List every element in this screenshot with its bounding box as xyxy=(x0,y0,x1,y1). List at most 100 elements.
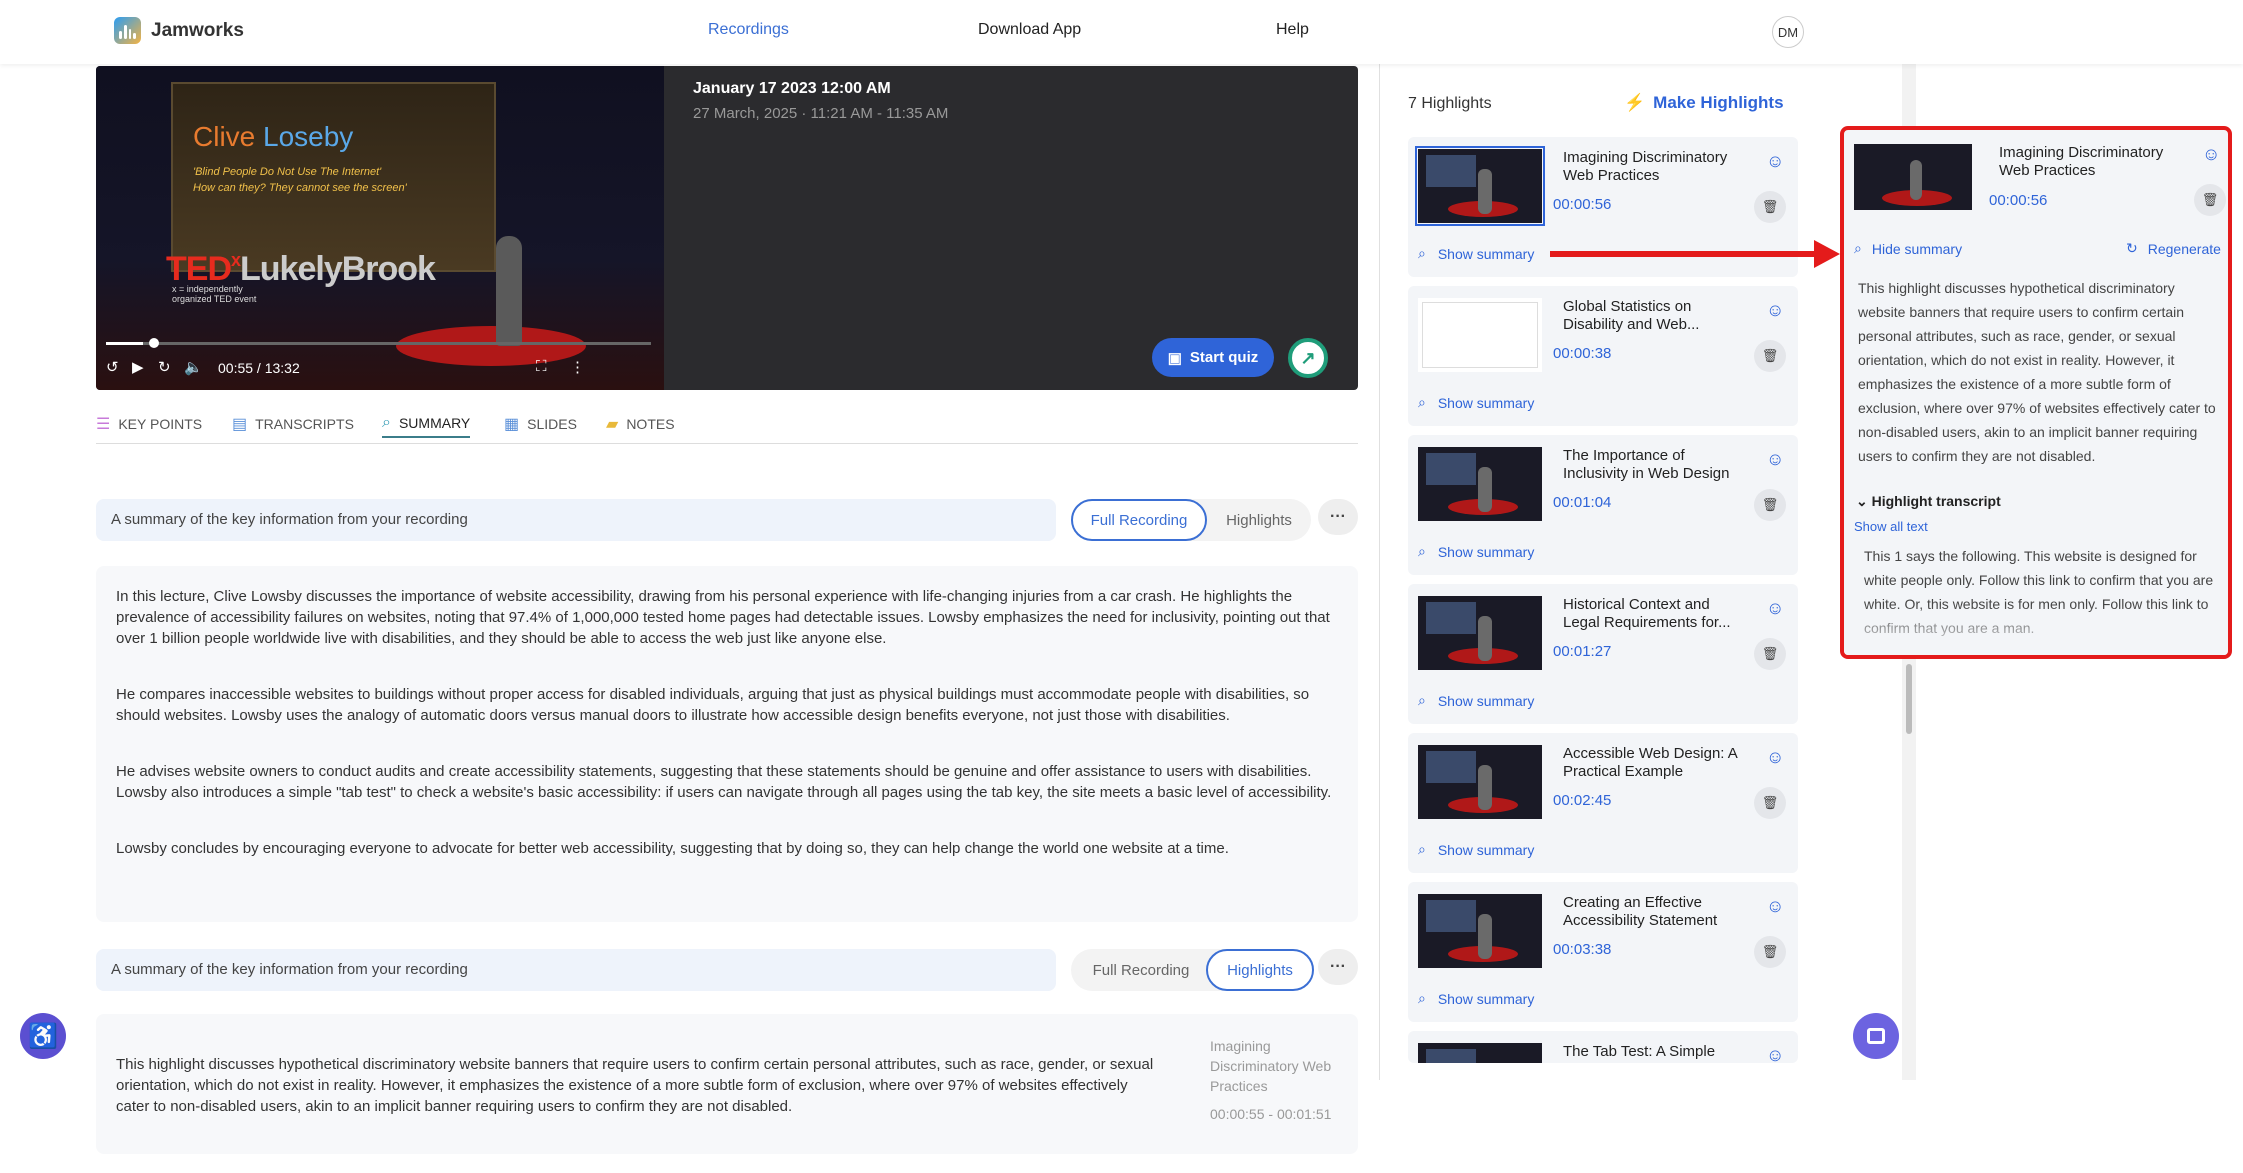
share-button[interactable]: ↗ xyxy=(1288,338,1328,378)
highlight-title[interactable]: Global Statistics on Disability and Web.… xyxy=(1563,298,1748,334)
highlight-time[interactable]: 00:00:56 xyxy=(1553,196,1611,213)
tab-slides[interactable]: ▦ SLIDES xyxy=(504,410,577,438)
full-recording-button[interactable]: Full Recording xyxy=(1073,949,1209,991)
show-summary-button[interactable]: ⌕ Show summary xyxy=(1418,841,1534,858)
rewind-15-icon[interactable]: ↺ xyxy=(106,358,119,376)
robot-icon[interactable]: ☺ xyxy=(1766,896,1784,917)
highlight-time[interactable]: 00:01:27 xyxy=(1553,643,1611,660)
app-logo[interactable]: Jamworks xyxy=(114,17,244,44)
highlight-title[interactable]: Imagining Discriminatory Web Practices xyxy=(1999,144,2179,180)
highlight-thumbnail[interactable] xyxy=(1415,146,1545,226)
tedx-name: LukelyBrook xyxy=(240,250,436,288)
video-frame[interactable]: Clive Loseby 'Blind People Do Not Use Th… xyxy=(96,66,664,390)
robot-icon[interactable]: ☺ xyxy=(1766,151,1784,172)
search-icon: ⌕ xyxy=(1418,692,1426,708)
highlight-summary-title[interactable]: Imagining Discriminatory Web Practices xyxy=(1210,1036,1350,1096)
highlights-button[interactable]: Highlights xyxy=(1206,949,1314,991)
show-summary-button[interactable]: ⌕ Show summary xyxy=(1418,990,1534,1007)
fade-overlay xyxy=(1844,605,2228,655)
highlight-card[interactable]: Creating an Effective Accessibility Stat… xyxy=(1408,882,1798,1022)
delete-button[interactable]: 🗑 xyxy=(1754,489,1786,521)
show-summary-button[interactable]: ⌕ Show summary xyxy=(1418,692,1534,709)
hide-summary-button[interactable]: ⌕ Hide summary xyxy=(1854,240,1962,257)
highlight-card[interactable]: Global Statistics on Disability and Web.… xyxy=(1408,286,1798,426)
highlight-card[interactable]: Historical Context and Legal Requirement… xyxy=(1408,584,1798,724)
tab-notes[interactable]: ▰ NOTES xyxy=(606,410,675,438)
trash-icon: 🗑 xyxy=(1761,795,1779,810)
robot-icon[interactable]: ☺ xyxy=(2202,144,2220,165)
highlight-time[interactable]: 00:03:38 xyxy=(1553,941,1611,958)
highlight-thumbnail[interactable] xyxy=(1418,596,1542,670)
forward-15-icon[interactable]: ↻ xyxy=(158,358,171,376)
highlight-time[interactable]: 00:02:45 xyxy=(1553,792,1611,809)
delete-button[interactable]: 🗑 xyxy=(1754,638,1786,670)
robot-icon[interactable]: ☺ xyxy=(1766,747,1784,768)
accessibility-icon: ♿ xyxy=(28,1022,58,1050)
highlight-thumbnail[interactable] xyxy=(1854,144,1972,210)
highlight-summary-range: 00:00:55 - 00:01:51 xyxy=(1210,1106,1332,1122)
highlight-thumbnail[interactable] xyxy=(1418,745,1542,819)
scrollbar-thumb[interactable] xyxy=(1906,664,1912,734)
delete-button[interactable]: 🗑 xyxy=(2194,184,2226,216)
tedx-sub-2: organized TED event xyxy=(172,294,257,304)
fullscreen-icon[interactable]: ⛶ xyxy=(536,358,547,375)
chat-button[interactable] xyxy=(1853,1013,1899,1059)
robot-icon[interactable]: ☺ xyxy=(1766,300,1784,321)
search-icon: ⌕ xyxy=(1418,841,1426,857)
regenerate-button[interactable]: ↻ Regenerate xyxy=(2126,240,2221,257)
tab-key-points[interactable]: ☰ KEY POINTS xyxy=(96,410,202,438)
highlight-time[interactable]: 00:00:56 xyxy=(1989,192,2047,209)
progress-handle[interactable] xyxy=(149,338,159,348)
show-all-text-link[interactable]: Show all text xyxy=(1854,519,1928,534)
more-options-button[interactable]: ··· xyxy=(1318,499,1358,535)
tab-summary[interactable]: ⌕ SUMMARY xyxy=(382,410,471,438)
delete-button[interactable]: 🗑 xyxy=(1754,936,1786,968)
highlight-title[interactable]: Creating an Effective Accessibility Stat… xyxy=(1563,894,1748,930)
highlight-thumbnail[interactable] xyxy=(1418,894,1542,968)
nav-recordings[interactable]: Recordings xyxy=(708,21,789,39)
highlight-time[interactable]: 00:01:04 xyxy=(1553,494,1611,511)
tab-transcripts[interactable]: ▤ TRANSCRIPTS xyxy=(232,410,354,438)
show-summary-button[interactable]: ⌕ Show summary xyxy=(1418,394,1534,411)
show-summary-label: Show summary xyxy=(1437,990,1535,1007)
volume-icon[interactable]: 🔈 xyxy=(184,358,203,376)
slide-title-first: Clive xyxy=(193,121,264,152)
highlight-thumbnail[interactable] xyxy=(1418,1043,1542,1063)
tedx-sub-1: x = independently xyxy=(172,284,243,294)
robot-icon[interactable]: ☺ xyxy=(1766,449,1784,470)
highlight-title[interactable]: Historical Context and Legal Requirement… xyxy=(1563,596,1748,632)
nav-help[interactable]: Help xyxy=(1276,21,1309,39)
highlights-button[interactable]: Highlights xyxy=(1209,499,1309,541)
robot-icon[interactable]: ☺ xyxy=(1766,598,1784,619)
avatar[interactable]: DM xyxy=(1772,16,1804,48)
accessibility-button[interactable]: ♿ xyxy=(20,1013,66,1059)
highlight-card[interactable]: The Importance of Inclusivity in Web Des… xyxy=(1408,435,1798,575)
video-progress-bar[interactable] xyxy=(106,342,651,345)
delete-button[interactable]: 🗑 xyxy=(1754,191,1786,223)
highlight-title[interactable]: The Tab Test: A Simple xyxy=(1563,1043,1748,1061)
more-options-button[interactable]: ··· xyxy=(1318,949,1358,985)
full-recording-button[interactable]: Full Recording xyxy=(1071,499,1207,541)
app-name: Jamworks xyxy=(151,19,244,41)
start-quiz-button[interactable]: ▣ Start quiz xyxy=(1152,338,1274,377)
highlight-thumbnail[interactable] xyxy=(1418,298,1542,372)
highlight-title[interactable]: Imagining Discriminatory Web Practices xyxy=(1563,149,1748,185)
highlight-time[interactable]: 00:00:38 xyxy=(1553,345,1611,362)
highlight-transcript-toggle[interactable]: ⌄ Highlight transcript xyxy=(1856,493,2001,510)
highlight-title[interactable]: The Importance of Inclusivity in Web Des… xyxy=(1563,447,1748,483)
delete-button[interactable]: 🗑 xyxy=(1754,787,1786,819)
highlight-title[interactable]: Accessible Web Design: A Practical Examp… xyxy=(1563,745,1748,781)
make-highlights-button[interactable]: ⚡ Make Highlights xyxy=(1624,93,1784,113)
highlight-card[interactable]: The Tab Test: A Simple☺🗑⌕Show summary xyxy=(1408,1031,1798,1063)
nav-download-app[interactable]: Download App xyxy=(978,21,1081,39)
more-options-icon[interactable]: ⋮ xyxy=(570,358,585,376)
show-summary-button[interactable]: ⌕ Show summary xyxy=(1418,245,1534,262)
play-icon[interactable]: ▶ xyxy=(132,358,144,376)
video-player[interactable]: Clive Loseby 'Blind People Do Not Use Th… xyxy=(96,66,1358,390)
delete-button[interactable]: 🗑 xyxy=(1754,340,1786,372)
show-summary-button[interactable]: ⌕ Show summary xyxy=(1418,543,1534,560)
highlight-thumbnail[interactable] xyxy=(1418,447,1542,521)
robot-icon[interactable]: ☺ xyxy=(1766,1045,1784,1063)
start-quiz-label: Start quiz xyxy=(1189,349,1259,366)
highlight-card[interactable]: Accessible Web Design: A Practical Examp… xyxy=(1408,733,1798,873)
